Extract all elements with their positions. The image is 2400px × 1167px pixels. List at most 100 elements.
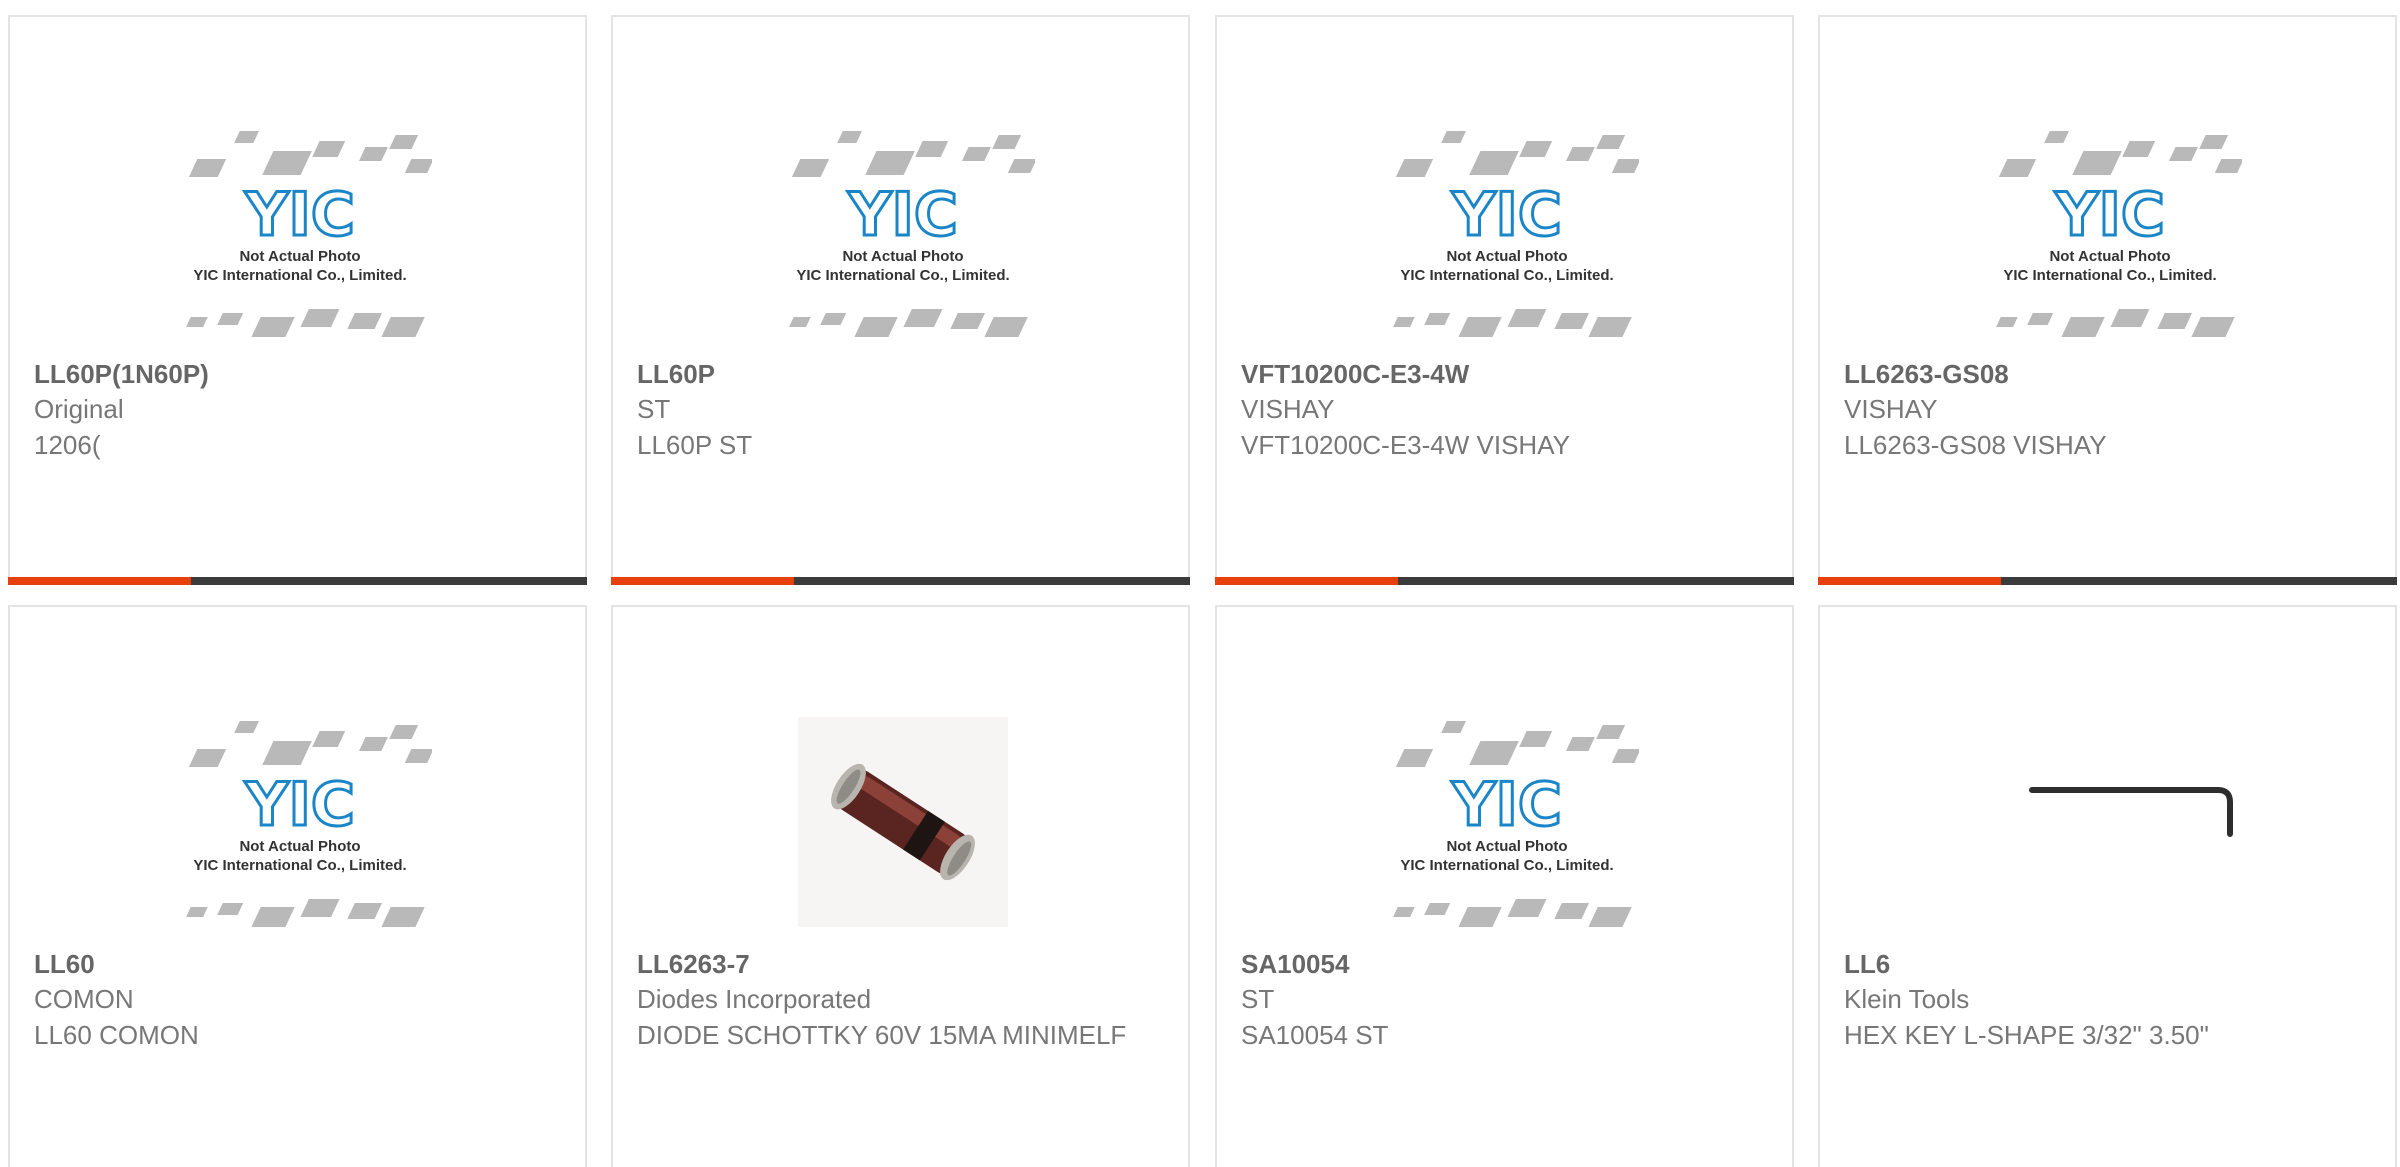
chip-shape	[789, 317, 811, 327]
product-card[interactable]: YIC Not Actual Photo YIC International Co.…	[1215, 605, 1794, 1167]
product-card[interactable]: LL6 Klein Tools HEX KEY L-SHAPE 3/32" 3.…	[1818, 605, 2397, 1167]
chip-shape	[2191, 317, 2235, 337]
chip-shape	[262, 151, 312, 175]
placeholder-caption-line1: Not Actual Photo	[842, 248, 963, 265]
product-card[interactable]: YIC Not Actual Photo YIC International Co.…	[611, 15, 1190, 585]
placeholder-caption-line2: YIC International Co., Limited.	[1400, 857, 1613, 874]
part-number-link[interactable]: LL60P	[637, 357, 1172, 391]
chip-shape	[2199, 135, 2229, 149]
product-card[interactable]: YIC Not Actual Photo YIC International Co.…	[1818, 15, 2397, 585]
part-number-link[interactable]: LL6	[1844, 947, 2379, 981]
part-number-link[interactable]: LL6263-GS08	[1844, 357, 2379, 391]
product-image[interactable]: YIC Not Actual Photo YIC International Co.…	[1375, 690, 1639, 954]
yic-logo: YIC	[244, 180, 355, 250]
chip-shape	[984, 317, 1028, 337]
yic-placeholder-image: YICNot Actual Photo YIC International Co.…	[186, 721, 432, 927]
manufacturer: COMON	[34, 984, 134, 1014]
manufacturer: VISHAY	[1241, 394, 1335, 424]
placeholder-caption-line1: Not Actual Photo	[1446, 248, 1567, 265]
chip-shape	[1458, 317, 1502, 337]
chip-shape	[312, 141, 346, 157]
chip-shape	[903, 309, 943, 327]
card-accent-bar	[1215, 577, 1398, 585]
product-image[interactable]	[771, 690, 1035, 954]
product-card[interactable]: YIC Not Actual Photo YIC International Co.…	[8, 15, 587, 585]
chip-shape	[2214, 159, 2242, 173]
product-card[interactable]: LL6263-7 Diodes Incorporated DIODE SCHOT…	[611, 605, 1190, 1167]
placeholder-caption-line2: YIC International Co., Limited.	[796, 267, 1009, 284]
chip-shape	[791, 159, 830, 177]
chip-shape	[347, 903, 383, 919]
description: LL6263-GS08 VISHAY	[1844, 430, 2107, 460]
placeholder-caption-line1: Not Actual Photo	[1446, 838, 1567, 855]
manufacturer: ST	[1241, 984, 1275, 1014]
product-info: LL60P(1N60P) Original 1206(	[34, 357, 569, 463]
chip-shape	[300, 899, 340, 917]
manufacturer: VISHAY	[1844, 394, 1938, 424]
chip-shape	[1441, 721, 1466, 733]
chip-shape	[1554, 903, 1590, 919]
yic-logo: YIC	[847, 180, 958, 250]
placeholder-caption-line1: Not Actual Photo	[239, 248, 360, 265]
chip-shape	[2027, 313, 2054, 325]
product-info: LL6263-7 Diodes Incorporated DIODE SCHOT…	[637, 947, 1172, 1053]
chip-shape	[1441, 131, 1466, 143]
yic-placeholder-image: YICNot Actual Photo YIC International Co.…	[186, 131, 432, 337]
product-image[interactable]: YIC Not Actual Photo YIC International Co.…	[168, 690, 432, 954]
yic-placeholder-image: YICNot Actual Photo YIC International Co.…	[1996, 131, 2242, 337]
chip-shape	[1588, 907, 1632, 927]
part-number-link[interactable]: VFT10200C-E3-4W	[1241, 357, 1776, 391]
product-info: LL60P ST LL60P ST	[637, 357, 1172, 463]
product-image[interactable]: YIC Not Actual Photo YIC International Co.…	[168, 100, 432, 364]
chip-shape	[251, 907, 295, 927]
chip-shape	[1469, 741, 1519, 765]
product-info: VFT10200C-E3-4W VISHAY VFT10200C-E3-4W V…	[1241, 357, 1776, 463]
chip-shape	[915, 141, 949, 157]
product-info: LL6263-GS08 VISHAY LL6263-GS08 VISHAY	[1844, 357, 2379, 463]
description: VFT10200C-E3-4W VISHAY	[1241, 430, 1570, 460]
chip-shape	[1565, 147, 1595, 161]
product-image[interactable]	[1978, 690, 2242, 954]
part-number-link[interactable]: LL6263-7	[637, 947, 1172, 981]
chip-shape	[358, 737, 388, 751]
product-image[interactable]: YIC Not Actual Photo YIC International Co.…	[771, 100, 1035, 364]
chip-shape	[1395, 749, 1434, 767]
chip-shape	[961, 147, 991, 161]
chip-shape	[389, 725, 419, 739]
part-number-link[interactable]: LL60P(1N60P)	[34, 357, 569, 391]
hex-key-photo	[2029, 787, 2233, 837]
chip-shape	[1469, 151, 1519, 175]
card-accent-bar	[8, 577, 191, 585]
placeholder-caption-line2: YIC International Co., Limited.	[193, 857, 406, 874]
chip-shape	[234, 721, 259, 733]
manufacturer: Klein Tools	[1844, 984, 1970, 1014]
product-card[interactable]: YIC Not Actual Photo YIC International Co.…	[8, 605, 587, 1167]
part-number-link[interactable]: SA10054	[1241, 947, 1776, 981]
product-info: SA10054 ST SA10054 ST	[1241, 947, 1776, 1053]
chip-shape	[1519, 141, 1553, 157]
chip-shape	[1007, 159, 1035, 173]
yic-placeholder-image: YICNot Actual Photo YIC International Co.…	[1393, 131, 1639, 337]
description: LL60P ST	[637, 430, 753, 460]
product-image[interactable]: YIC Not Actual Photo YIC International Co.…	[1978, 100, 2242, 364]
chip-shape	[1393, 317, 1415, 327]
card-bottom-bar	[611, 577, 1190, 585]
product-card[interactable]: YIC Not Actual Photo YIC International Co.…	[1215, 15, 1794, 585]
placeholder-caption-line2: YIC International Co., Limited.	[2003, 267, 2216, 284]
manufacturer: Diodes Incorporated	[637, 984, 872, 1014]
chip-shape	[1393, 907, 1415, 917]
diode-photo	[798, 717, 1008, 927]
card-bottom-bar	[1818, 577, 2397, 585]
chip-shape	[1395, 159, 1434, 177]
manufacturer: ST	[637, 394, 671, 424]
yic-placeholder-image: YICNot Actual Photo YIC International Co.…	[789, 131, 1035, 337]
chip-shape	[865, 151, 915, 175]
chip-shape	[381, 907, 425, 927]
product-image[interactable]: YIC Not Actual Photo YIC International Co.…	[1375, 100, 1639, 364]
part-number-link[interactable]: LL60	[34, 947, 569, 981]
chip-shape	[188, 749, 227, 767]
chip-shape	[950, 313, 986, 329]
chip-shape	[251, 317, 295, 337]
yic-logo: YIC	[244, 770, 355, 840]
chip-shape	[837, 131, 862, 143]
